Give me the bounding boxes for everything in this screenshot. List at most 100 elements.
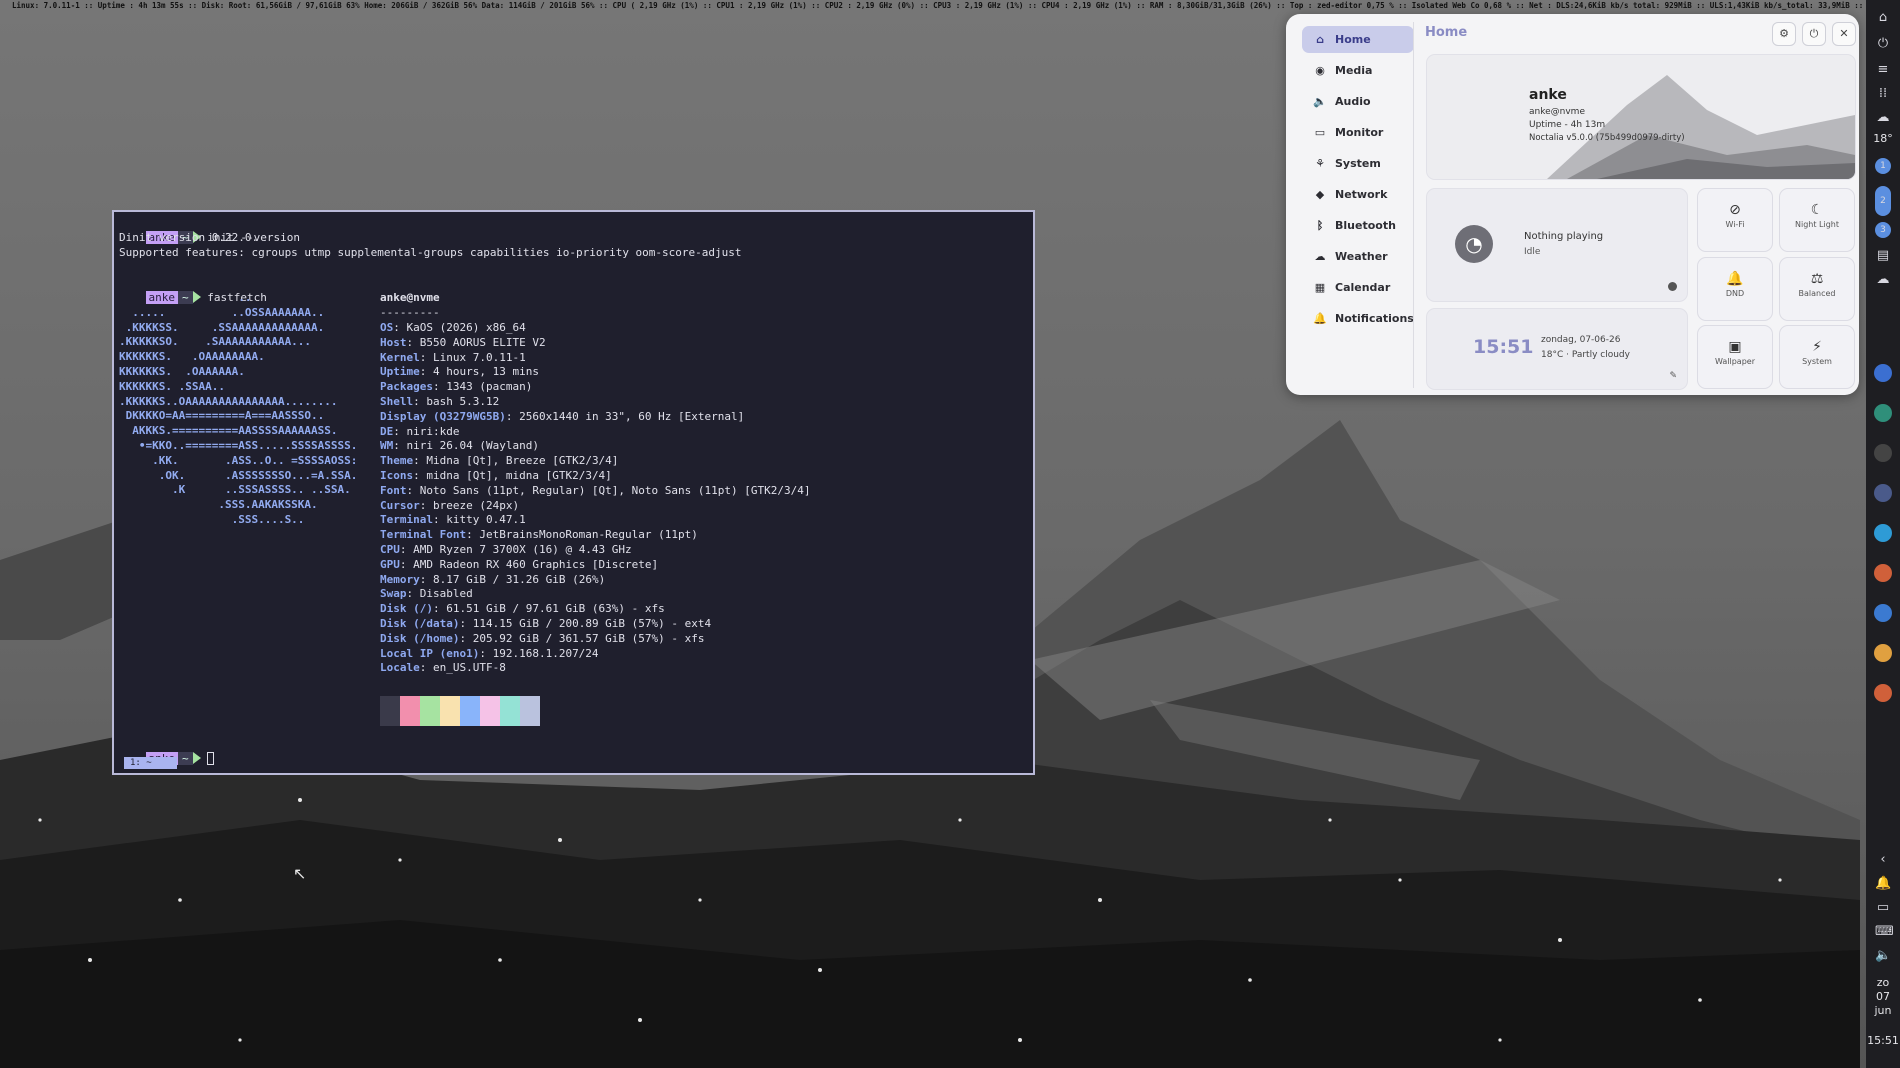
info-line: Swap: Disabled <box>380 587 473 601</box>
nav-item-label: Media <box>1335 64 1373 77</box>
quick-night-light-button[interactable]: ☾ Night Light <box>1779 188 1855 252</box>
info-value: kitty 0.47.1 <box>446 513 526 527</box>
media-card[interactable]: ◔ Nothing playing Idle <box>1426 188 1688 302</box>
nav-item-weather[interactable]: ☁ Weather <box>1302 243 1414 270</box>
info-value: Noto Sans (11pt, Regular) [Qt], Noto San… <box>419 483 811 497</box>
nav-item-label: Calendar <box>1335 281 1391 294</box>
info-value: B550 AORUS ELITE V2 <box>419 335 546 349</box>
dock-app-icon[interactable] <box>1874 444 1892 462</box>
keyboard-icon[interactable]: ⌨ <box>1875 924 1894 940</box>
info-key: Memory <box>380 572 420 586</box>
nav-item-notifications[interactable]: 🔔 Notifications <box>1302 305 1414 332</box>
quick-label: Balanced <box>1798 289 1836 298</box>
info-value: AMD Ryzen 7 3700X (16) @ 4.43 GHz <box>413 543 632 556</box>
profile-host: anke@nvme <box>1529 107 1585 117</box>
nav-item-home[interactable]: ⌂ Home <box>1302 26 1414 53</box>
audio-icon: 🔈 <box>1313 95 1327 108</box>
balanced-icon: ⚖ <box>1810 271 1824 287</box>
nav-item-monitor[interactable]: ▭ Monitor <box>1302 119 1414 146</box>
info-key: Swap <box>380 587 407 601</box>
info-key: Kernel <box>380 350 420 364</box>
info-key: Terminal Font <box>380 528 467 542</box>
info-line: Uptime: 4 hours, 13 mins <box>380 365 539 379</box>
output-line: Dinit version 0.22.0. <box>119 231 259 244</box>
nav-item-calendar[interactable]: ▦ Calendar <box>1302 274 1414 301</box>
logo-line: .KK. .ASS..O.. =SSSSAOSS: <box>119 453 358 467</box>
workspace-1[interactable]: 1 <box>1875 158 1891 174</box>
info-value: midna [Qt], midna [GTK2/3/4] <box>426 469 612 482</box>
dock-app-icon[interactable] <box>1874 564 1892 582</box>
volume-icon[interactable]: 🔈 <box>1875 948 1891 964</box>
dock-app-icon[interactable] <box>1874 684 1892 702</box>
workspace-3[interactable]: 3 <box>1875 222 1891 238</box>
info-line: Terminal Font: JetBrainsMonoRoman-Regula… <box>380 528 698 542</box>
nav-item-audio[interactable]: 🔈 Audio <box>1302 88 1414 115</box>
info-value: bash 5.3.12 <box>426 395 500 408</box>
info-line: Disk (/home): 205.92 GiB / 361.57 GiB (5… <box>380 631 705 645</box>
info-value: JetBrainsMonoRoman-Regular (11pt) <box>479 528 698 542</box>
terminal-window[interactable]: anke ~ init --version Dinit version 0.22.… <box>112 210 1035 775</box>
nav-item-bluetooth[interactable]: ᛒ Bluetooth <box>1302 212 1414 239</box>
weather-icon: ☁ <box>1876 110 1890 125</box>
bluetooth-icon: ᛒ <box>1316 219 1324 232</box>
profile-name: anke <box>1529 87 1567 103</box>
profile-banner <box>1427 55 1855 179</box>
panel-title: Home <box>1425 25 1468 40</box>
nav-item-media[interactable]: ◉ Media <box>1302 57 1414 84</box>
terminal-tab[interactable]: 1: ~ <box>124 757 177 769</box>
info-line: Disk (/): 61.51 GiB / 97.61 GiB (63%) - … <box>380 602 665 616</box>
bell-icon[interactable]: 🔔 <box>1875 876 1891 892</box>
quick-system-button[interactable]: ⚡ System <box>1779 325 1855 389</box>
nav-item-label: System <box>1335 157 1381 170</box>
monitor-icon: ▭ <box>1314 126 1326 139</box>
info-line: Kernel: Linux 7.0.11-1 <box>380 350 526 364</box>
nav-item-system[interactable]: ⚘ System <box>1302 150 1414 177</box>
info-value: 4 hours, 13 mins <box>433 365 539 379</box>
grid-icon[interactable]: ⁞⁞ <box>1875 86 1891 102</box>
info-line: Cursor: breeze (24px) <box>380 498 520 512</box>
dock-clock: 15:51 <box>1867 1034 1899 1047</box>
info-value: en_US.UTF-8 <box>433 661 506 675</box>
launcher-icon[interactable]: ⌂ <box>1875 10 1891 26</box>
mouse-pointer-icon: ↖ <box>293 864 307 883</box>
dock-app-icon[interactable] <box>1874 604 1892 622</box>
dock-temperature: 18° <box>1873 132 1893 145</box>
clock-card[interactable]: 15:51 zondag, 07-06-26 18°C · Partly clo… <box>1426 308 1688 390</box>
menu-icon[interactable]: ≡ <box>1875 62 1891 78</box>
media-title: Nothing playing <box>1524 231 1604 242</box>
dock-app-icon[interactable] <box>1874 404 1892 422</box>
info-line: Locale: en_US.UTF-8 <box>380 661 506 675</box>
close-button[interactable]: ✕ <box>1832 22 1856 46</box>
quick-balanced-button[interactable]: ⚖ Balanced <box>1779 257 1855 321</box>
quick-label: Wi-Fi <box>1725 220 1745 229</box>
workspace-2[interactable]: 2 <box>1875 186 1891 216</box>
info-line: OS: KaOS (2026) x86_64 <box>380 321 526 334</box>
power-button[interactable]: ⏻ <box>1802 22 1826 46</box>
info-key: DE <box>380 424 394 438</box>
info-key: Disk (/home) <box>380 631 460 645</box>
info-key: CPU <box>380 543 400 556</box>
info-key: OS <box>380 321 394 334</box>
nav-item-label: Network <box>1335 188 1388 201</box>
chevron-left-icon[interactable]: ‹ <box>1875 852 1891 868</box>
info-value: 61.51 GiB / 97.61 GiB (63%) - xfs <box>446 602 665 616</box>
quick-wi-fi-button[interactable]: ⊘ Wi-Fi <box>1697 188 1773 252</box>
nav-item-network[interactable]: ◆ Network <box>1302 181 1414 208</box>
dock-app-icon[interactable] <box>1874 484 1892 502</box>
clipboard-icon[interactable]: ▭ <box>1875 900 1891 916</box>
dnd-icon: 🔔 <box>1726 271 1744 287</box>
info-value: 114.15 GiB / 200.89 GiB (57%) - ext4 <box>472 617 712 630</box>
dock-app-icon[interactable] <box>1874 364 1892 382</box>
info-key: Host <box>380 335 407 349</box>
palette-swatch <box>400 696 420 726</box>
palette-swatch <box>500 696 520 726</box>
distro-logo: .. ..... ..OSSAAAAAAA.. .KKKKSS. .SSAAAA… <box>119 291 357 528</box>
dock-app-icon[interactable] <box>1874 644 1892 662</box>
dock-app-icon[interactable] <box>1874 524 1892 542</box>
right-dock: ⌂ ⏻ ≡ ⁞⁞ ☁ 18° 1 2 3 ▤ ☁ ‹ 🔔 ▭ ⌨ 🔈 zo 07… <box>1866 0 1900 1068</box>
quick-dnd-button[interactable]: 🔔 DND <box>1697 257 1773 321</box>
logo-line: .KKKKKSO. .SAAAAAAAAAAA... <box>119 335 312 349</box>
quick-wallpaper-button[interactable]: ▣ Wallpaper <box>1697 325 1773 389</box>
power-icon[interactable]: ⏻ <box>1875 36 1891 52</box>
settings-button[interactable]: ⚙ <box>1772 22 1796 46</box>
